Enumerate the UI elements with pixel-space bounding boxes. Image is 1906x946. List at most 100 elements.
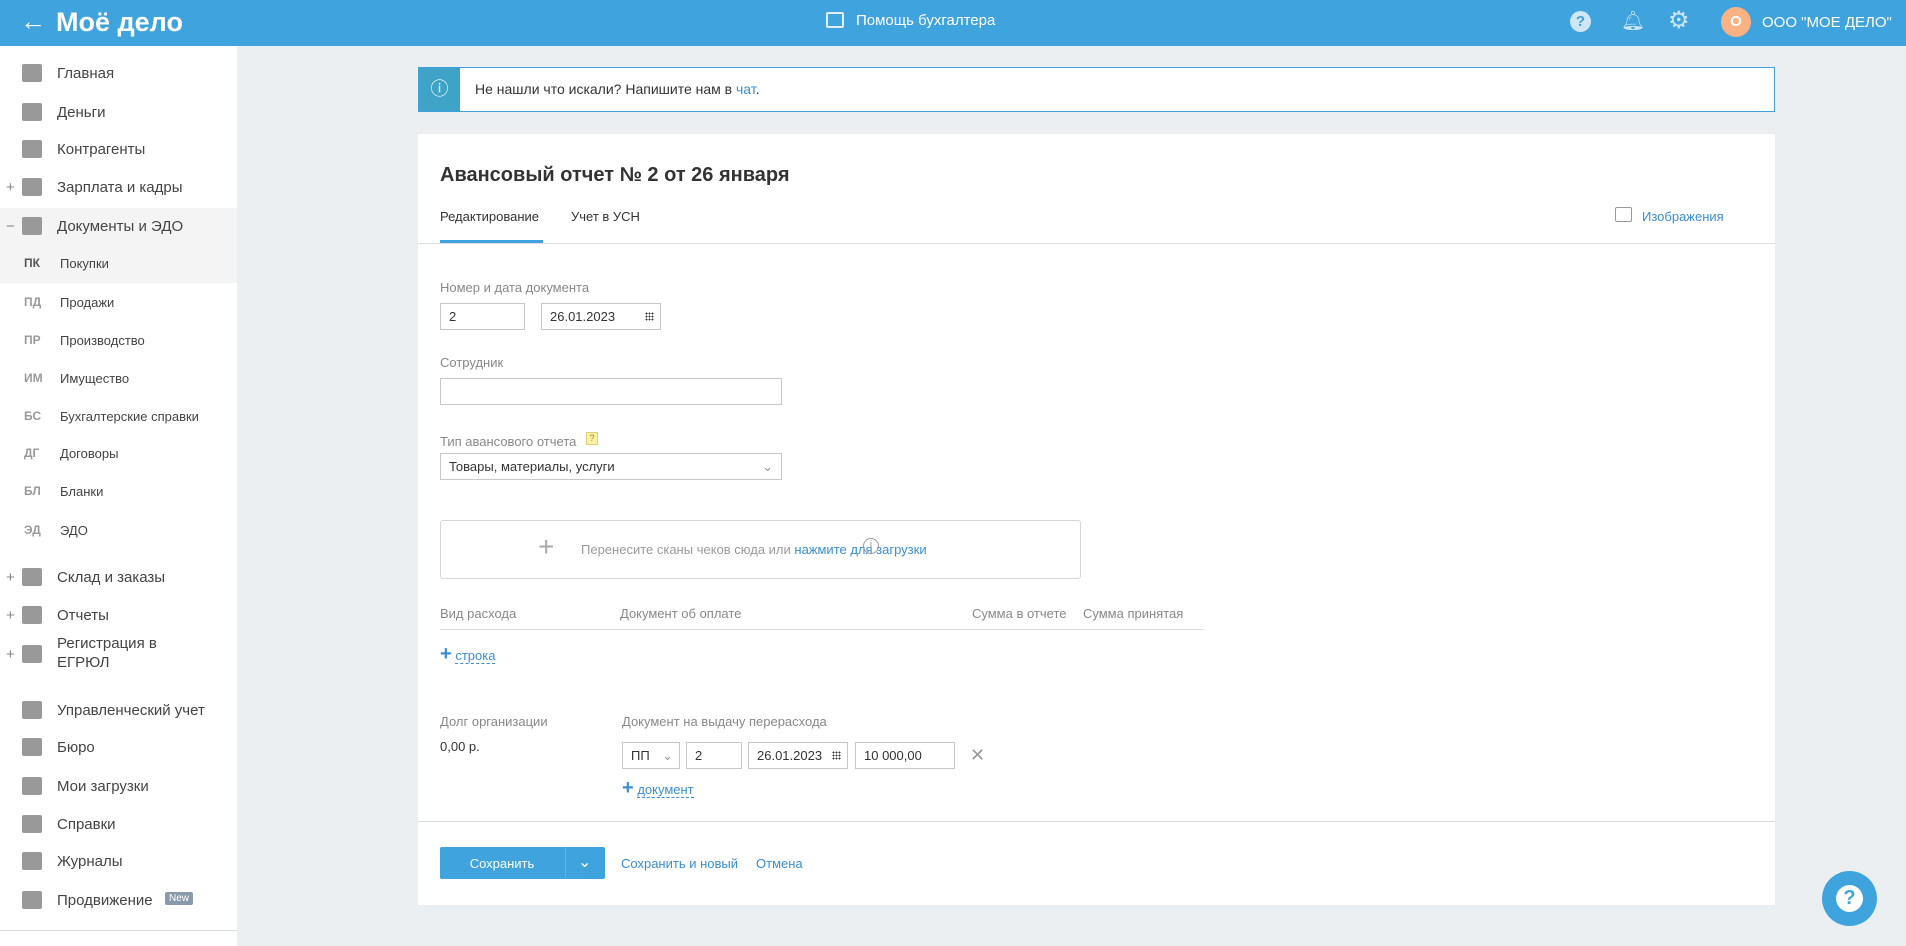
upload-dropzone[interactable]: + Перенесите сканы чеков сюда или нажмит… — [440, 520, 1081, 579]
overspend-date-input[interactable]: 26.01.2023 — [748, 742, 848, 769]
chevron-down-icon[interactable]: ⌄ — [578, 852, 591, 872]
sidebar-item[interactable]: + Отчеты — [0, 605, 237, 625]
save-and-new-link[interactable]: Сохранить и новый — [621, 856, 738, 871]
expand-icon[interactable]: + — [6, 646, 16, 663]
upload-link[interactable]: нажмите для загрузки — [794, 542, 926, 557]
date-value: 26.01.2023 — [550, 309, 616, 324]
sidebar: Главная Деньги Контрагенты + Зарплата и кадр… — [0, 46, 237, 946]
money-icon — [22, 103, 42, 121]
sidebar-item[interactable]: Продвижение New — [0, 890, 237, 910]
sidebar-item-label: Регистрация в ЕГРЮЛ — [57, 635, 157, 671]
subitem-label: Имущество — [60, 371, 130, 386]
sidebar-item[interactable]: Контрагенты — [0, 139, 237, 159]
folder-icon — [22, 777, 42, 795]
type-label: Тип авансового отчета — [440, 434, 577, 449]
contractor-icon — [22, 140, 42, 158]
sidebar-item[interactable]: Деньги — [0, 102, 237, 122]
report-icon — [22, 606, 42, 624]
doc-date-input[interactable]: 26.01.2023 — [541, 303, 661, 330]
page-title: Авансовый отчет № 2 от 26 января — [440, 164, 790, 186]
gear-icon[interactable]: ⚙ — [1668, 6, 1690, 35]
subitem-label: ЭДО — [60, 523, 88, 538]
back-arrow-icon[interactable]: ← — [20, 6, 46, 37]
subitem-label: Договоры — [60, 446, 119, 461]
expand-icon[interactable]: + — [6, 607, 16, 624]
images-link[interactable]: Изображения — [1642, 209, 1724, 224]
column-header: Сумма в отчете — [972, 606, 1067, 621]
sidebar-item[interactable]: + Зарплата и кадры — [0, 177, 237, 197]
sidebar-item-label: Деньги — [57, 103, 106, 121]
drop-text: Перенесите сканы чеков сюда или — [581, 542, 795, 557]
sidebar-item-label: Зарплата и кадры — [57, 178, 183, 196]
type-value: ПП — [631, 748, 650, 763]
chart-icon — [22, 891, 42, 909]
info-banner: ⓘ Не нашли что искали? Напишите нам в ча… — [418, 67, 1775, 112]
sidebar-item-label: Главная — [57, 64, 115, 82]
sidebar-item-label: Управленческий учет — [57, 701, 205, 719]
top-header: ← Моё дело Помощь бухгалтера ? 🔔︎ ⚙ О ОО… — [0, 0, 1906, 46]
subitem-abbr: ИМ — [24, 371, 43, 385]
sidebar-item[interactable]: + Регистрация в ЕГРЮЛ — [0, 635, 237, 671]
sidebar-item[interactable]: Справки — [0, 814, 237, 834]
plus-icon: + — [622, 777, 634, 799]
banner-end: . — [755, 81, 760, 97]
bell-icon[interactable]: 🔔︎ — [1621, 9, 1645, 33]
help-icon[interactable]: ? — [1570, 11, 1591, 32]
add-row-button[interactable]: + строка — [440, 643, 496, 666]
journal-icon — [22, 852, 42, 870]
cancel-link[interactable]: Отмена — [756, 856, 803, 871]
chevron-down-icon: ⌄ — [762, 459, 773, 474]
logo[interactable]: Моё дело — [56, 7, 183, 38]
overspend-label: Документ на выдачу перерасхода — [622, 714, 827, 729]
tab-editing[interactable]: Редактирование — [440, 209, 539, 224]
expand-icon[interactable]: + — [6, 179, 16, 196]
overspend-type-select[interactable]: ПП ⌄ — [622, 742, 680, 769]
column-header: Вид расхода — [440, 606, 517, 621]
avatar[interactable]: О — [1721, 7, 1751, 37]
sidebar-item-label: Контрагенты — [57, 140, 146, 158]
sidebar-item[interactable]: Журналы — [0, 851, 237, 871]
subitem-abbr: ПР — [24, 333, 41, 347]
divider — [0, 930, 237, 931]
add-document-button[interactable]: + документ — [622, 777, 694, 800]
expand-icon[interactable]: + — [6, 569, 16, 586]
warehouse-icon — [22, 568, 42, 586]
calendar-icon[interactable] — [645, 312, 654, 321]
overspend-number-input[interactable]: 2 — [686, 742, 742, 769]
info-icon[interactable]: i — [863, 538, 879, 554]
org-name[interactable]: ООО "МОЕ ДЕЛО" — [1762, 14, 1892, 31]
employee-input[interactable] — [440, 378, 782, 405]
tab-usn[interactable]: Учет в УСН — [571, 209, 640, 224]
expand-icon[interactable]: − — [6, 218, 16, 235]
sidebar-item[interactable]: Управленческий учет — [0, 700, 237, 720]
info-icon: ⓘ — [419, 68, 460, 111]
doc-number-input[interactable]: 2 — [440, 303, 525, 330]
debt-value: 0,00 р. — [440, 739, 480, 754]
calendar-icon[interactable] — [832, 751, 841, 760]
help-chat-button[interactable]: ? — [1822, 871, 1877, 926]
sidebar-item[interactable]: − Документы и ЭДО — [0, 216, 237, 236]
type-select[interactable]: Товары, материалы, услуги ⌄ — [440, 453, 782, 480]
sidebar-item[interactable]: Мои загрузки — [0, 776, 237, 796]
report-form: Авансовый отчет № 2 от 26 января Редакти… — [418, 134, 1775, 905]
sidebar-item[interactable]: + Склад и заказы — [0, 567, 237, 587]
chat-link[interactable]: чат — [736, 81, 756, 97]
sidebar-item-label: Отчеты — [57, 606, 109, 624]
close-icon[interactable]: ✕ — [970, 745, 985, 766]
subitem-label: Бухгалтерские справки — [60, 409, 199, 424]
help-icon: ? — [1836, 885, 1863, 912]
save-label: Сохранить — [469, 856, 535, 871]
sidebar-item[interactable]: Главная — [0, 63, 237, 83]
hint-icon[interactable]: ? — [586, 432, 598, 445]
subitem-abbr: БС — [24, 409, 42, 423]
helper-link[interactable]: Помощь бухгалтера — [856, 12, 995, 29]
image-icon[interactable] — [1615, 207, 1632, 222]
employee-label: Сотрудник — [440, 355, 504, 370]
subitem-label: Бланки — [60, 484, 104, 499]
banner-text: Не нашли что искали? Напишите нам в — [475, 81, 736, 97]
sidebar-item-label: Склад и заказы — [57, 568, 166, 586]
save-button[interactable]: Сохранить ⌄ — [440, 847, 605, 879]
sidebar-item[interactable]: Бюро — [0, 737, 237, 757]
sidebar-item-label: Документы и ЭДО — [57, 217, 184, 235]
overspend-amount-input[interactable]: 10 000,00 — [855, 742, 955, 769]
